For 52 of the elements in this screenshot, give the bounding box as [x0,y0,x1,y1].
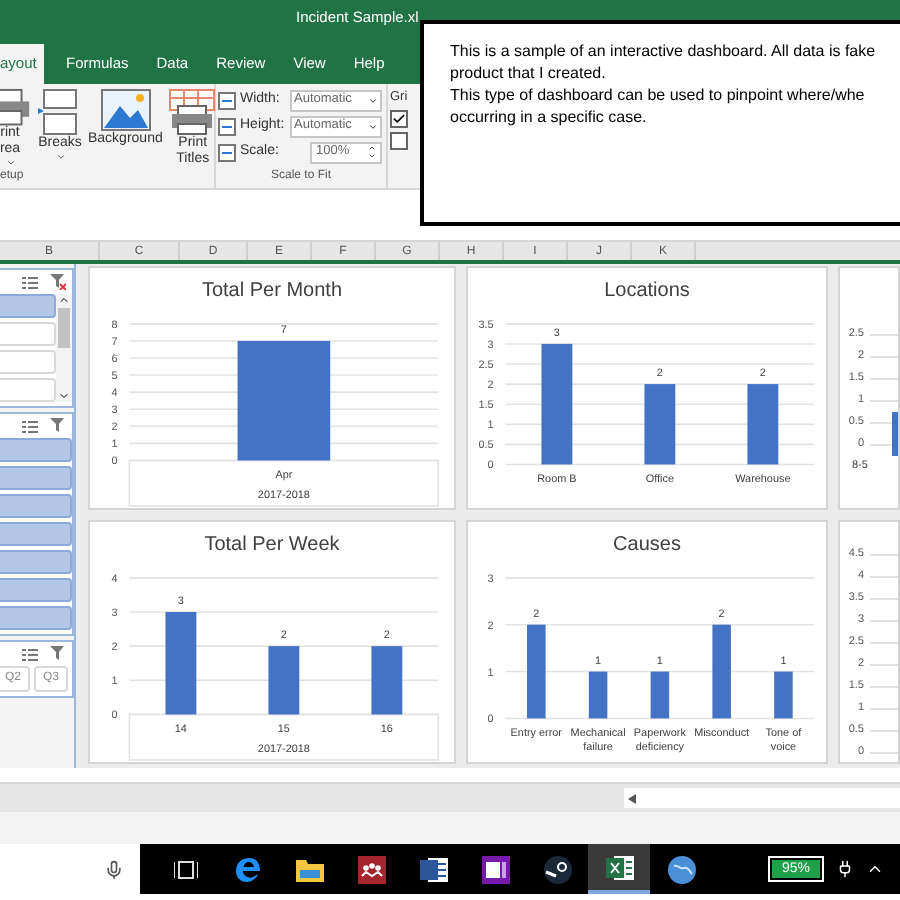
plug-icon [836,860,854,878]
text-line: This type of dashboard can be used to pinpoint where/whe [450,84,867,106]
scroll-left-icon[interactable] [628,793,636,803]
scrollbar[interactable] [56,294,72,402]
bar [540,343,572,465]
text-line: occurring in a specific case. [450,106,649,128]
multi-select-icon[interactable] [22,647,38,661]
multi-select-icon[interactable] [22,419,38,433]
chart-title: Locations [604,280,690,304]
multi-select-icon[interactable] [22,275,38,289]
bar [711,624,730,719]
bar [268,646,300,715]
globe-icon[interactable] [667,855,695,883]
bar [526,624,545,719]
resize-icon [218,117,236,135]
game-app-icon[interactable] [543,855,571,883]
chart-title: Total Per Week [204,534,340,558]
chart-title: Causes [613,534,681,558]
notebook-app-icon[interactable] [481,855,509,883]
bar [773,671,792,719]
filter-icon[interactable] [50,646,66,662]
bar [649,671,669,719]
filter-icon[interactable] [50,274,66,290]
caret-icon [368,121,378,131]
spreadsheet-app-icon[interactable] [605,853,633,881]
task-view-icon[interactable] [173,859,197,879]
caret-up-icon[interactable] [866,860,884,878]
bar [587,671,607,719]
scroll-down-icon[interactable] [58,390,70,402]
bar [237,340,331,461]
resize-icon [218,143,236,161]
bar [371,646,403,715]
bar [746,384,778,465]
resize-icon [218,91,236,109]
chart-title: Total Per Month [201,280,343,304]
document-app-icon[interactable] [419,855,447,883]
microphone-icon[interactable] [104,859,124,879]
caret-icon [368,95,378,105]
filter-icon[interactable] [50,418,66,434]
bar [165,612,197,715]
text-line: product that I created. [450,62,608,84]
bar [643,384,675,465]
folder-icon[interactable] [295,857,323,881]
taskbar-button[interactable] [588,844,650,894]
text-line: This is a sample of an interactive dashboard. All data is fake [450,40,878,62]
browser-icon[interactable] [233,855,261,883]
checkbox[interactable] [390,132,408,150]
horizontal-scrollbar[interactable] [624,788,900,808]
people-app-icon[interactable] [357,855,385,883]
checkbox[interactable] [390,110,408,128]
text-box[interactable]: This is a sample of an interactive dashboard. All data is fake product that I created. This type of dashboard can be used to pinpoint where/whe occurring in a specific case. [420,20,900,226]
scroll-up-icon[interactable] [58,294,70,306]
